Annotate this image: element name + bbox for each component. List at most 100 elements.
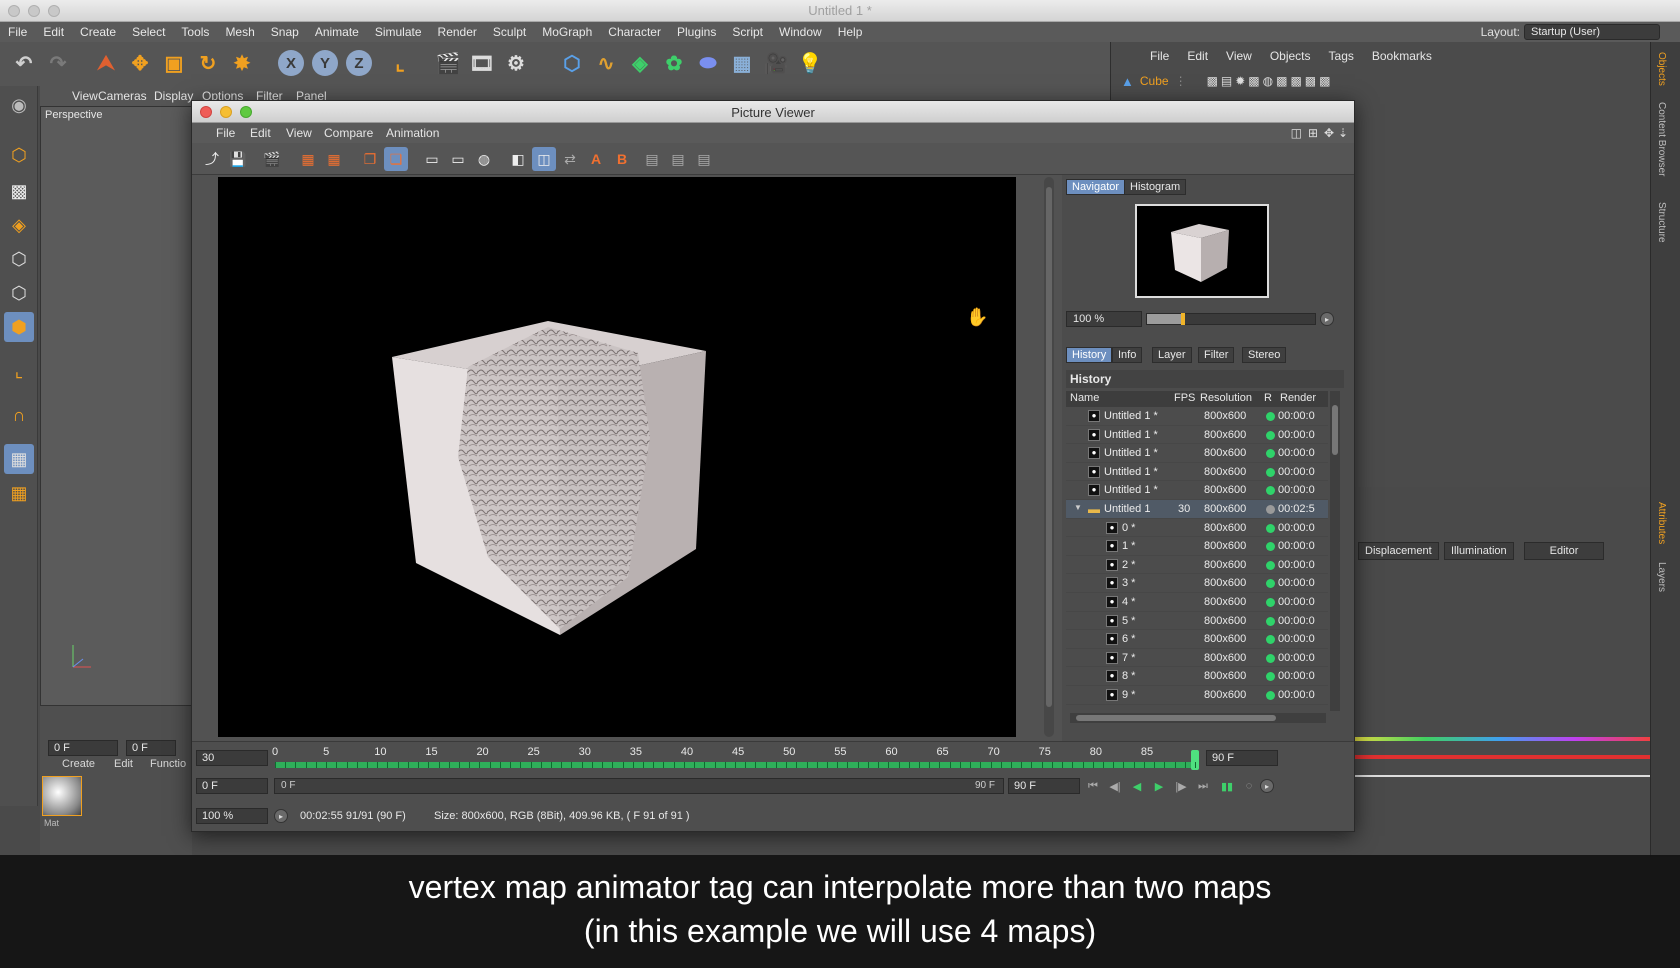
menu-item[interactable]: Render [430, 25, 485, 39]
step-back-icon[interactable]: ◀| [1106, 778, 1124, 794]
light-icon[interactable]: 💡 [794, 47, 826, 79]
start-frame-field[interactable]: 0 F [196, 778, 268, 794]
sphere-tool-icon[interactable]: ◉ [4, 90, 34, 120]
object-menu-item[interactable]: View [1217, 49, 1261, 63]
object-menu-item[interactable]: File [1141, 49, 1178, 63]
menu-create[interactable]: Create [62, 758, 95, 770]
tab-history[interactable]: History [1066, 347, 1113, 363]
zoom-percent-field[interactable]: 100 % [196, 808, 268, 824]
stop-render-icon[interactable]: ▦ [296, 147, 320, 171]
axis-mode-icon[interactable]: ⌞ [4, 356, 34, 386]
workplane-icon[interactable]: ◈ [4, 210, 34, 240]
view-single-icon[interactable]: ▭ [420, 147, 444, 171]
viewport-perspective[interactable]: Perspective [40, 106, 192, 706]
history-row[interactable]: ● 3 * 800x600 00:00:0 [1066, 574, 1328, 593]
zoom-menu-button-icon[interactable]: ▸ [274, 809, 288, 823]
y-axis-icon[interactable]: Y [312, 50, 338, 76]
col-resolution[interactable]: Resolution [1200, 392, 1252, 404]
edges-mode-icon[interactable]: ⬡ [4, 278, 34, 308]
history-row[interactable]: ● 8 * 800x600 00:00:0 [1066, 667, 1328, 686]
history-row[interactable]: ● Untitled 1 * 800x600 00:00:0 [1066, 407, 1328, 426]
object-menu-item[interactable]: Bookmarks [1363, 49, 1441, 63]
frame-range-icon[interactable]: ▤ [666, 147, 690, 171]
tab-attributes[interactable]: Attributes [1656, 502, 1667, 544]
frame-range-bar[interactable]: 0 F 90 F [274, 778, 1004, 794]
history-row[interactable]: ● 7 * 800x600 00:00:0 [1066, 649, 1328, 668]
loop-icon[interactable]: ▮▮ [1218, 778, 1236, 794]
history-row[interactable]: ● Untitled 1 * 800x600 00:00:0 [1066, 426, 1328, 445]
tags-row-icon[interactable]: ▩▤✹▩◍▩▩▩▩ [1207, 74, 1334, 88]
menu-item[interactable]: Simulate [367, 25, 430, 39]
history-vertical-scrollbar[interactable] [1330, 391, 1340, 711]
frame-all-icon[interactable]: ▤ [692, 147, 716, 171]
menu-item[interactable]: Sculpt [485, 25, 534, 39]
points-mode-icon[interactable]: ⬡ [4, 244, 34, 274]
menu-item[interactable]: Snap [263, 25, 307, 39]
picture-viewer-menu-item[interactable]: View [286, 126, 312, 140]
tab-layers[interactable]: Layers [1656, 562, 1667, 592]
render-canvas[interactable]: ✋ [218, 177, 1016, 737]
scale-tool-icon[interactable]: ▣ [158, 47, 190, 79]
timeline-menu-icon[interactable]: ▸ [1260, 779, 1274, 793]
move-panel-icon[interactable]: ✥ [1324, 126, 1334, 140]
tab-info[interactable]: Info [1112, 347, 1143, 363]
spline-icon[interactable]: ∿ [590, 47, 622, 79]
step-forward-icon[interactable]: |▶ [1172, 778, 1190, 794]
render-icon[interactable]: 🎬 [260, 147, 284, 171]
z-axis-icon[interactable]: Z [346, 50, 372, 76]
tab-objects[interactable]: Objects [1656, 52, 1667, 86]
history-row[interactable]: ● 0 * 800x600 00:00:0 [1066, 519, 1328, 538]
zoom-slider-knob[interactable] [1180, 313, 1185, 325]
viewport-menu-item[interactable]: Cameras [98, 89, 147, 103]
history-row[interactable]: ● Untitled 1 * 800x600 00:00:0 [1066, 481, 1328, 500]
go-to-start-icon[interactable]: ⏮ [1084, 778, 1102, 794]
soft-selection-icon[interactable]: ▦ [4, 478, 34, 508]
fps-field[interactable]: 30 [196, 750, 268, 766]
picture-viewer-menu-item[interactable]: Animation [386, 126, 439, 140]
nurbs-icon[interactable]: ◈ [624, 47, 656, 79]
object-row-cube[interactable]: ▲ Cube ⋮ ▩▤✹▩◍▩▩▩▩ [1121, 72, 1333, 90]
col-r[interactable]: R [1264, 392, 1272, 404]
history-row[interactable]: ● 5 * 800x600 00:00:0 [1066, 612, 1328, 631]
object-menu-item[interactable]: Tags [1320, 49, 1363, 63]
history-row[interactable]: ● 9 * 800x600 00:00:0 [1066, 686, 1328, 705]
col-fps[interactable]: FPS [1174, 392, 1195, 404]
set-b-icon[interactable]: B [610, 147, 634, 171]
menu-item[interactable]: Create [72, 25, 124, 39]
play-forward-icon[interactable]: ▶ [1150, 778, 1168, 794]
red-slider[interactable] [1350, 755, 1650, 759]
copy-icon[interactable]: ❐ [358, 147, 382, 171]
menu-item[interactable]: Character [600, 25, 669, 39]
history-row[interactable]: ● Untitled 1 * 800x600 00:00:0 [1066, 444, 1328, 463]
menu-function[interactable]: Functio [150, 758, 186, 770]
menu-item[interactable]: Plugins [669, 25, 724, 39]
menu-item[interactable]: File [0, 25, 35, 39]
menu-item[interactable]: Script [724, 25, 771, 39]
history-row[interactable]: ● 1 * 800x600 00:00:0 [1066, 537, 1328, 556]
col-render[interactable]: Render [1280, 392, 1316, 404]
picture-viewer-menu-item[interactable]: Compare [324, 126, 373, 140]
color-gradient-bar[interactable] [1350, 737, 1650, 741]
rotate-tool-icon[interactable]: ↻ [192, 47, 224, 79]
frame-step-icon[interactable]: ▤ [640, 147, 664, 171]
live-selection-icon[interactable]: ✸ [226, 47, 258, 79]
canvas-scrollbar[interactable] [1044, 177, 1054, 737]
lock-workplane-icon[interactable]: ▦ [4, 444, 34, 474]
navigator-preview[interactable] [1135, 204, 1269, 298]
menu-item[interactable]: Animate [307, 25, 367, 39]
paste-icon[interactable]: ❏ [384, 147, 408, 171]
play-backward-icon[interactable]: ◀ [1128, 778, 1146, 794]
tab-stereo[interactable]: Stereo [1242, 347, 1287, 363]
tab-content-browser[interactable]: Content Browser [1656, 102, 1667, 176]
history-row[interactable]: ● Untitled 1 * 800x600 00:00:0 [1066, 463, 1328, 482]
go-to-end-icon[interactable]: ⏭ [1194, 778, 1212, 794]
history-row[interactable]: ● 4 * 800x600 00:00:0 [1066, 593, 1328, 612]
menu-item[interactable]: Select [124, 25, 173, 39]
move-tool-icon[interactable]: ✥ [124, 47, 156, 79]
col-name[interactable]: Name [1070, 392, 1099, 404]
render-picture-viewer-icon[interactable]: 🎞 [466, 47, 498, 79]
menu-item[interactable]: Tools [173, 25, 217, 39]
tab-editor[interactable]: Editor [1524, 542, 1604, 560]
menu-item[interactable]: Edit [35, 25, 72, 39]
undo-icon[interactable]: ↶ [8, 47, 40, 79]
